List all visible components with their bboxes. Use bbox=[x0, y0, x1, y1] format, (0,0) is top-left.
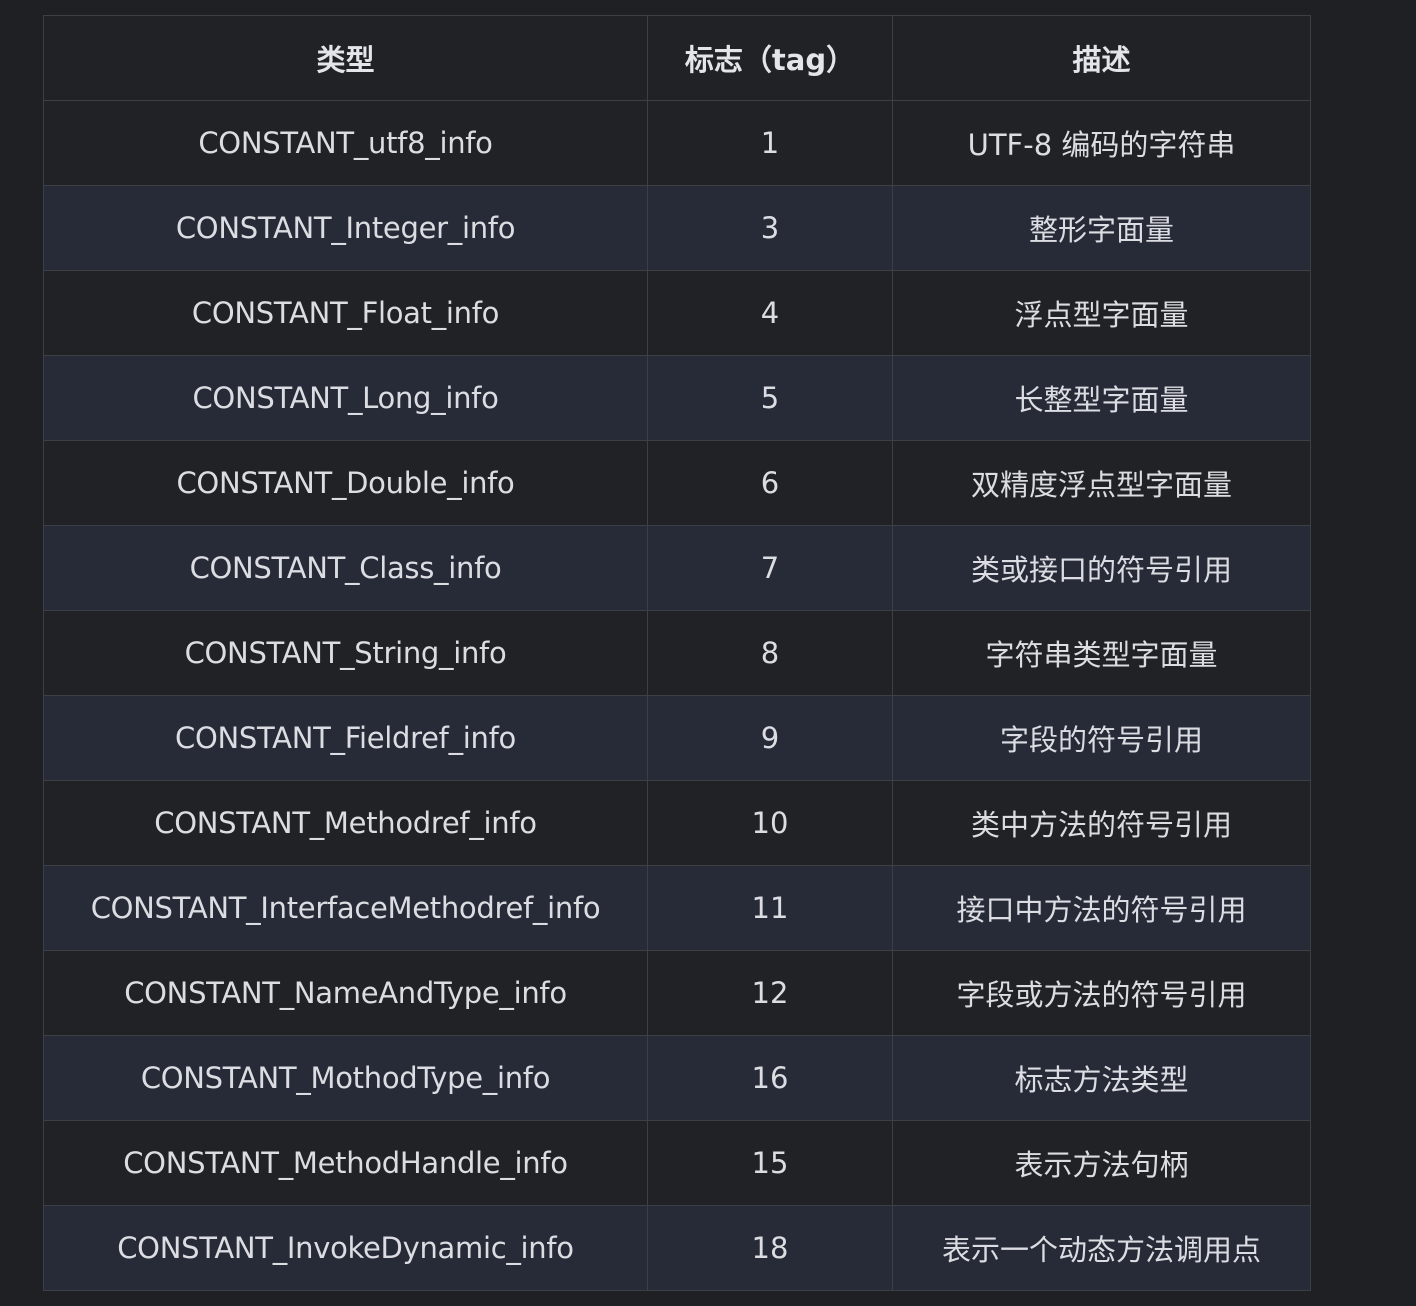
table-row: CONSTANT_InterfaceMethodref_info 11 接口中方… bbox=[43, 865, 1311, 951]
table-row: CONSTANT_InvokeDynamic_info 18 表示一个动态方法调… bbox=[43, 1205, 1311, 1291]
tag-cell: 11 bbox=[647, 865, 893, 951]
type-cell: CONSTANT_Class_info bbox=[43, 525, 648, 611]
description-cell: 表示一个动态方法调用点 bbox=[892, 1205, 1311, 1291]
tag-cell: 16 bbox=[647, 1035, 893, 1121]
table-row: CONSTANT_Double_info 6 双精度浮点型字面量 bbox=[43, 440, 1311, 526]
description-cell: 字段或方法的符号引用 bbox=[892, 950, 1311, 1036]
description-cell: UTF-8 编码的字符串 bbox=[892, 100, 1311, 186]
table-row: CONSTANT_MethodHandle_info 15 表示方法句柄 bbox=[43, 1120, 1311, 1206]
type-cell: CONSTANT_Integer_info bbox=[43, 185, 648, 271]
type-cell: CONSTANT_Double_info bbox=[43, 440, 648, 526]
tag-cell: 10 bbox=[647, 780, 893, 866]
tag-cell: 12 bbox=[647, 950, 893, 1036]
table-row: CONSTANT_MothodType_info 16 标志方法类型 bbox=[43, 1035, 1311, 1121]
type-cell: CONSTANT_utf8_info bbox=[43, 100, 648, 186]
description-cell: 标志方法类型 bbox=[892, 1035, 1311, 1121]
type-cell: CONSTANT_InvokeDynamic_info bbox=[43, 1205, 648, 1291]
header-row: 类型 标志（tag） 描述 bbox=[43, 15, 1311, 101]
type-cell: CONSTANT_Methodref_info bbox=[43, 780, 648, 866]
tag-cell: 15 bbox=[647, 1120, 893, 1206]
table-row: CONSTANT_Fieldref_info 9 字段的符号引用 bbox=[43, 695, 1311, 781]
table-row: CONSTANT_utf8_info 1 UTF-8 编码的字符串 bbox=[43, 100, 1311, 186]
description-cell: 表示方法句柄 bbox=[892, 1120, 1311, 1206]
description-cell: 接口中方法的符号引用 bbox=[892, 865, 1311, 951]
tag-cell: 1 bbox=[647, 100, 893, 186]
tag-cell: 5 bbox=[647, 355, 893, 441]
table-row: CONSTANT_String_info 8 字符串类型字面量 bbox=[43, 610, 1311, 696]
description-cell: 类中方法的符号引用 bbox=[892, 780, 1311, 866]
type-cell: CONSTANT_Long_info bbox=[43, 355, 648, 441]
type-cell: CONSTANT_NameAndType_info bbox=[43, 950, 648, 1036]
tag-cell: 8 bbox=[647, 610, 893, 696]
table-body: CONSTANT_utf8_info 1 UTF-8 编码的字符串 CONSTA… bbox=[43, 100, 1311, 1291]
description-cell: 整形字面量 bbox=[892, 185, 1311, 271]
header-description: 描述 bbox=[892, 15, 1311, 101]
description-cell: 长整型字面量 bbox=[892, 355, 1311, 441]
type-cell: CONSTANT_String_info bbox=[43, 610, 648, 696]
type-cell: CONSTANT_Float_info bbox=[43, 270, 648, 356]
page: 类型 标志（tag） 描述 CONSTANT_utf8_info 1 UTF-8… bbox=[0, 0, 1416, 1306]
header-tag: 标志（tag） bbox=[647, 15, 893, 101]
type-cell: CONSTANT_Fieldref_info bbox=[43, 695, 648, 781]
tag-cell: 7 bbox=[647, 525, 893, 611]
constant-pool-table: 类型 标志（tag） 描述 CONSTANT_utf8_info 1 UTF-8… bbox=[43, 15, 1311, 1291]
table-row: CONSTANT_Class_info 7 类或接口的符号引用 bbox=[43, 525, 1311, 611]
table-row: CONSTANT_Methodref_info 10 类中方法的符号引用 bbox=[43, 780, 1311, 866]
description-cell: 字段的符号引用 bbox=[892, 695, 1311, 781]
description-cell: 双精度浮点型字面量 bbox=[892, 440, 1311, 526]
tag-cell: 4 bbox=[647, 270, 893, 356]
type-cell: CONSTANT_MethodHandle_info bbox=[43, 1120, 648, 1206]
tag-cell: 3 bbox=[647, 185, 893, 271]
tag-cell: 18 bbox=[647, 1205, 893, 1291]
table-row: CONSTANT_Float_info 4 浮点型字面量 bbox=[43, 270, 1311, 356]
table-row: CONSTANT_NameAndType_info 12 字段或方法的符号引用 bbox=[43, 950, 1311, 1036]
table-row: CONSTANT_Long_info 5 长整型字面量 bbox=[43, 355, 1311, 441]
table-row: CONSTANT_Integer_info 3 整形字面量 bbox=[43, 185, 1311, 271]
tag-cell: 9 bbox=[647, 695, 893, 781]
tag-cell: 6 bbox=[647, 440, 893, 526]
header-type: 类型 bbox=[43, 15, 648, 101]
type-cell: CONSTANT_MothodType_info bbox=[43, 1035, 648, 1121]
description-cell: 类或接口的符号引用 bbox=[892, 525, 1311, 611]
type-cell: CONSTANT_InterfaceMethodref_info bbox=[43, 865, 648, 951]
table-header: 类型 标志（tag） 描述 bbox=[43, 15, 1311, 101]
description-cell: 字符串类型字面量 bbox=[892, 610, 1311, 696]
description-cell: 浮点型字面量 bbox=[892, 270, 1311, 356]
